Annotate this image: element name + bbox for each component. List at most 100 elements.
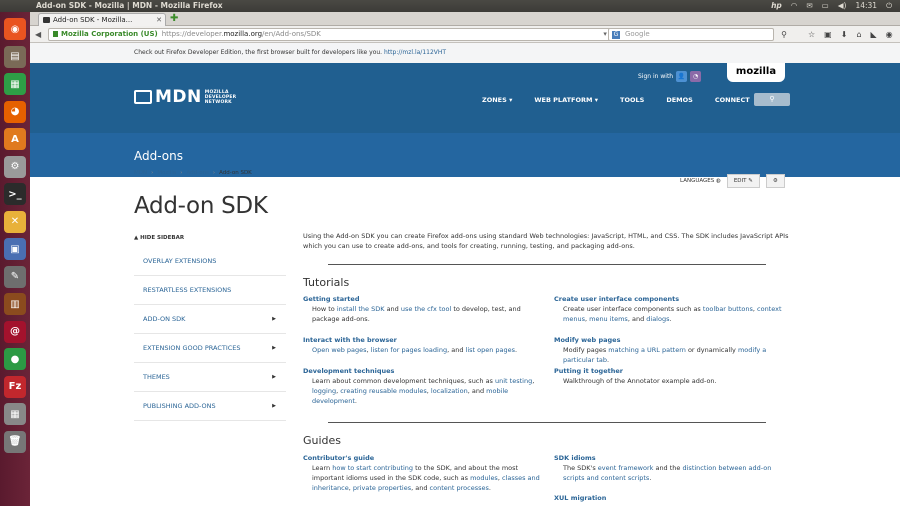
search-bar[interactable]: G Google ⚲: [608, 28, 787, 41]
dev-techniques-link[interactable]: Development techniques: [303, 367, 541, 376]
reusable-modules-link[interactable]: creating reusable modules: [340, 387, 427, 395]
putting-together-link[interactable]: Putting it together: [554, 367, 792, 376]
getting-started-link[interactable]: Getting started: [303, 295, 541, 304]
toolbar-buttons-link[interactable]: toolbar buttons: [703, 305, 753, 313]
interact-browser-link[interactable]: Interact with the browser: [303, 336, 541, 345]
edit-button[interactable]: EDIT ✎: [726, 174, 760, 188]
site-identity[interactable]: Mozilla Corporation (US): [61, 30, 158, 38]
localization-link[interactable]: localization: [431, 387, 468, 395]
nav-zones[interactable]: ZONES ▾: [482, 95, 512, 105]
tab-add-on-sdk[interactable]: Add-on SDK - Mozilla... ✕: [38, 13, 166, 26]
promo-link[interactable]: http://mzl.la/112VHT: [384, 49, 446, 56]
power-icon[interactable]: ⏻: [886, 0, 892, 12]
back-button[interactable]: ◀: [35, 29, 41, 40]
filezilla-icon[interactable]: Fz: [4, 375, 26, 398]
url-prefix: https://developer.: [161, 30, 224, 38]
hide-sidebar-button[interactable]: ▲ HIDE SIDEBAR: [134, 235, 184, 241]
menu-icon[interactable]: ◉: [886, 29, 893, 40]
contributors-guide-link[interactable]: Contributor's guide: [303, 454, 541, 463]
install-sdk-link[interactable]: install the SDK: [337, 305, 385, 313]
nav-tools[interactable]: TOOLS: [620, 95, 644, 105]
listen-pages-loading-link[interactable]: listen for pages loading: [371, 346, 447, 354]
search-icon[interactable]: ⚲: [781, 29, 787, 40]
modify-web-pages-link[interactable]: Modify web pages: [554, 336, 792, 345]
sdk-idioms-link[interactable]: SDK idioms: [554, 454, 792, 463]
nav-connect[interactable]: CONNECT: [715, 95, 750, 105]
libreoffice-calc-icon[interactable]: ▦: [4, 73, 26, 95]
breadcrumb-mdn[interactable]: MDN: [134, 170, 147, 176]
unit-testing-link[interactable]: unit testing: [495, 377, 532, 385]
firefox-icon[interactable]: ◕: [4, 100, 26, 123]
google-icon[interactable]: G: [612, 31, 620, 39]
private-properties-link[interactable]: private properties: [353, 484, 411, 492]
software-center-icon[interactable]: A: [4, 128, 26, 150]
dialogs-link[interactable]: dialogs: [646, 315, 669, 323]
text-editor-icon[interactable]: ✎: [4, 265, 26, 288]
sidebar-item-publishing-add-ons[interactable]: PUBLISHING ADD-ONS ▶: [134, 392, 286, 421]
url-pattern-link[interactable]: matching a URL pattern: [608, 346, 686, 354]
persona-sign-in-icon[interactable]: 👤: [676, 71, 688, 82]
pocket-icon[interactable]: ◣: [871, 29, 877, 40]
xul-migration-link[interactable]: XUL migration: [554, 494, 792, 503]
breadcrumb-add-ons[interactable]: Add-ons: [186, 170, 208, 176]
modules-link[interactable]: modules: [470, 474, 498, 482]
files-icon[interactable]: ▤: [4, 45, 26, 68]
battery-icon[interactable]: ▭: [822, 0, 829, 12]
content-processes-link[interactable]: content processes: [430, 484, 489, 492]
nav-web-platform[interactable]: WEB PLATFORM ▾: [534, 95, 598, 105]
open-web-pages-link[interactable]: Open web pages: [312, 346, 367, 354]
mozilla-logo[interactable]: mozilla: [727, 63, 785, 82]
settings-button[interactable]: ⚙: [765, 174, 785, 188]
breadcrumb-mozilla[interactable]: Mozilla: [157, 170, 176, 176]
event-framework-link[interactable]: event framework: [598, 464, 654, 472]
logging-link[interactable]: logging: [312, 387, 336, 395]
ui-components-link[interactable]: Create user interface components: [554, 295, 792, 304]
nav-demos[interactable]: DEMOS: [666, 95, 693, 105]
library-icon[interactable]: ▥: [4, 293, 26, 315]
github-sign-in-icon[interactable]: ◔: [690, 71, 702, 82]
expand-arrow-icon[interactable]: ▶: [272, 363, 276, 392]
trash-icon[interactable]: 🗑: [4, 430, 26, 453]
sidebar-item-themes[interactable]: THEMES ▶: [134, 363, 286, 392]
expand-arrow-icon[interactable]: ▶: [272, 334, 276, 363]
download-icon[interactable]: ⬇: [841, 29, 848, 40]
ubuntu-dash-icon[interactable]: ◉: [4, 18, 26, 40]
article-content: Using the Add-on SDK you can create Fire…: [303, 231, 793, 502]
section-title[interactable]: Add-ons: [134, 149, 183, 163]
xchat-icon[interactable]: ✕: [4, 210, 26, 233]
languages-button[interactable]: LANGUAGES ◍: [680, 178, 721, 184]
sidebar-item-extension-good-practices[interactable]: EXTENSION GOOD PRACTICES ▶: [134, 334, 286, 363]
cfx-tool-link[interactable]: use the cfx tool: [401, 305, 451, 313]
home-icon[interactable]: ⌂: [856, 29, 861, 40]
system-settings-icon[interactable]: ⚙: [4, 155, 26, 178]
volume-icon[interactable]: ◀): [838, 0, 847, 12]
menu-items-link[interactable]: menu items: [589, 315, 628, 323]
image-viewer-icon[interactable]: ▣: [4, 238, 26, 260]
expand-arrow-icon[interactable]: ▶: [272, 392, 276, 421]
mail-icon[interactable]: ✉: [806, 0, 812, 12]
url-domain: mozilla.org: [223, 30, 263, 38]
mdn-favicon-icon: [43, 17, 50, 23]
site-search-button[interactable]: ⚲: [754, 93, 790, 106]
expand-arrow-icon[interactable]: ▶: [272, 305, 276, 334]
calculator-icon[interactable]: ▦: [4, 403, 26, 425]
new-tab-button[interactable]: ✚: [170, 13, 178, 25]
wifi-icon[interactable]: ◠: [791, 0, 798, 12]
list-open-pages-link[interactable]: list open pages: [466, 346, 516, 354]
chrome-icon[interactable]: ●: [4, 348, 26, 370]
bookmark-star-icon[interactable]: ☆: [808, 29, 815, 40]
search-icon: ⚲: [769, 95, 775, 103]
close-tab-icon[interactable]: ✕: [156, 14, 162, 26]
start-contributing-link[interactable]: how to start contributing: [332, 464, 413, 472]
mdn-logo[interactable]: MDN MOZILLA DEVELOPER NETWORK: [134, 87, 236, 107]
sidebar-item-add-on-sdk[interactable]: ADD-ON SDK ▶: [134, 305, 286, 334]
sidebar-item-overlay-extensions[interactable]: OVERLAY EXTENSIONS: [134, 247, 286, 276]
terminal-icon[interactable]: >_: [4, 183, 26, 205]
clock[interactable]: 14:31: [855, 0, 877, 12]
unity-launcher: ◉ ▤ ▦ ◕ A ⚙ >_ ✕ ▣ ✎ ▥ @ ● Fz ▦ 🗑: [0, 12, 30, 506]
sidebar-item-restartless-extensions[interactable]: RESTARTLESS EXTENSIONS: [134, 276, 286, 305]
hp-icon[interactable]: hp: [771, 0, 782, 12]
url-bar[interactable]: Mozilla Corporation (US) https://develope…: [48, 28, 620, 41]
debian-icon[interactable]: @: [4, 320, 26, 343]
reading-list-icon[interactable]: ▣: [824, 29, 832, 40]
